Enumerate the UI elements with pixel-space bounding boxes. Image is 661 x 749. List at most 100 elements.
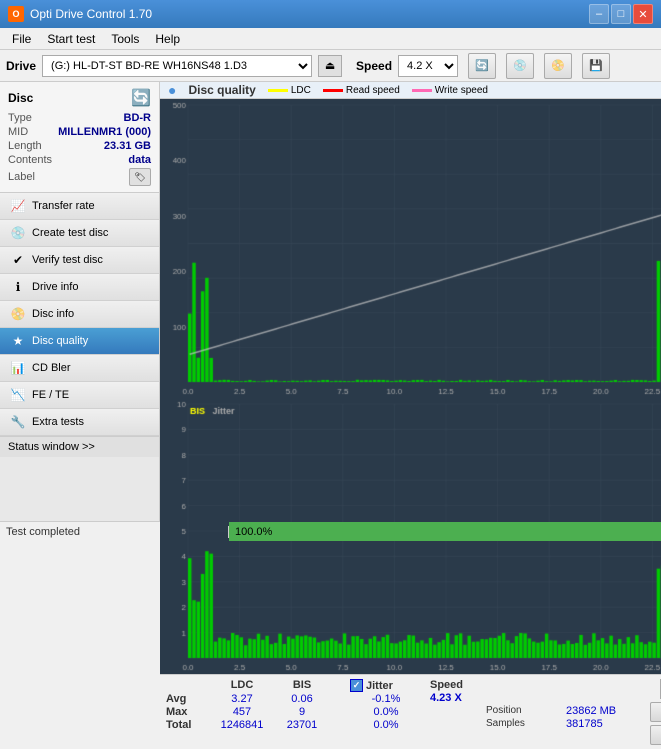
disc-label-icon[interactable]: 🏷 (129, 168, 151, 186)
statusbar: Test completed 100.0% (0, 521, 661, 541)
disc-type-key: Type (8, 112, 32, 124)
charts-container (160, 99, 661, 674)
sidebar-item-verify-test[interactable]: ✔ Verify test disc (0, 247, 159, 274)
sidebar-item-verify-test-label: Verify test disc (32, 254, 103, 266)
fe-te-icon: 📉 (10, 387, 26, 403)
menu-tools[interactable]: Tools (103, 30, 147, 48)
drive-select[interactable]: (G:) HL-DT-ST BD-RE WH16NS48 1.D3 (42, 55, 312, 77)
disc-info-header: Disc 🔄 (8, 88, 151, 108)
chart-title: Disc quality (188, 83, 255, 97)
disc-label: Disc (8, 91, 33, 105)
disc-type-val: BD-R (124, 112, 152, 124)
titlebar-controls[interactable]: – □ ✕ (589, 4, 653, 24)
sidebar-item-transfer-rate[interactable]: 📈 Transfer rate (0, 193, 159, 220)
right-panel: ● Disc quality LDC Read speed Write spee… (160, 82, 661, 521)
avg-bis: 0.06 (274, 693, 330, 705)
legend-read-color (323, 89, 343, 92)
sidebar-item-fe-te[interactable]: 📉 FE / TE (0, 382, 159, 409)
col-jitter-header: ✓ Jitter (350, 679, 422, 692)
jitter-checkbox[interactable]: ✓ (350, 679, 363, 692)
total-label: Total (166, 719, 210, 731)
disc-type-row: Type BD-R (8, 112, 151, 124)
sidebar-item-fe-te-label: FE / TE (32, 389, 69, 401)
legend-write-label: Write speed (435, 85, 488, 96)
sidebar: Disc 🔄 Type BD-R MID MILLENMR1 (000) Len… (0, 82, 160, 521)
sidebar-item-cd-bler-label: CD Bler (32, 362, 71, 374)
disc-contents-key: Contents (8, 154, 52, 166)
sidebar-item-disc-quality-label: Disc quality (32, 335, 88, 347)
sidebar-item-extra-tests[interactable]: 🔧 Extra tests (0, 409, 159, 436)
titlebar-left: O Opti Drive Control 1.70 (8, 6, 152, 22)
max-bis: 9 (274, 706, 330, 718)
start-part-button[interactable]: Start part (650, 725, 661, 745)
col-bis-header: BIS (274, 679, 330, 692)
stats-total-row: Total 1246841 23701 0.0% (166, 719, 422, 731)
maximize-button[interactable]: □ (611, 4, 631, 24)
legend-write-speed: Write speed (412, 85, 488, 96)
sidebar-item-drive-info[interactable]: ℹ Drive info (0, 274, 159, 301)
avg-jitter: -0.1% (350, 693, 422, 705)
menu-help[interactable]: Help (147, 30, 188, 48)
control-buttons: 4.2 X Start full Start part (646, 679, 661, 745)
sidebar-item-disc-info-label: Disc info (32, 308, 74, 320)
main-content: Disc 🔄 Type BD-R MID MILLENMR1 (000) Len… (0, 82, 661, 521)
samples-label: Samples (486, 718, 566, 730)
legend-ldc: LDC (268, 85, 311, 96)
sidebar-item-disc-info[interactable]: 📀 Disc info (0, 301, 159, 328)
sidebar-item-create-test-label: Create test disc (32, 227, 108, 239)
menu-start-test[interactable]: Start test (39, 30, 103, 48)
disc-length-val: 23.31 GB (104, 140, 151, 152)
menu-file[interactable]: File (4, 30, 39, 48)
disc-mid-key: MID (8, 126, 28, 138)
disc-label-row: Label 🏷 (8, 168, 151, 186)
avg-ldc: 3.27 (210, 693, 274, 705)
disc-icon-btn1[interactable]: 💿 (506, 53, 534, 79)
position-val: 23862 MB (566, 705, 646, 717)
start-full-button[interactable]: Start full (650, 702, 661, 722)
stats-table: LDC BIS ✓ Jitter Avg 3.27 0.06 (166, 679, 422, 731)
minimize-button[interactable]: – (589, 4, 609, 24)
speed-avg: 4.23 X (430, 692, 486, 704)
stats-right-header: Speed (430, 679, 646, 691)
sidebar-item-cd-bler[interactable]: 📊 CD Bler (0, 355, 159, 382)
status-text: Test completed (0, 526, 229, 538)
save-button[interactable]: 💾 (582, 53, 610, 79)
chart-header: ● Disc quality LDC Read speed Write spee… (160, 82, 661, 99)
sidebar-item-transfer-rate-label: Transfer rate (32, 200, 95, 212)
sidebar-item-create-test[interactable]: 💿 Create test disc (0, 220, 159, 247)
disc-label-key: Label (8, 171, 35, 183)
eject-button[interactable]: ⏏ (318, 55, 342, 77)
speed-label: Speed (356, 59, 392, 73)
progress-text: 100.0% (229, 526, 272, 538)
titlebar: O Opti Drive Control 1.70 – □ ✕ (0, 0, 661, 28)
samples-val: 381785 (566, 718, 646, 730)
max-jitter: 0.0% (350, 706, 422, 718)
speed-avg-row: 4.23 X (430, 692, 646, 704)
max-ldc: 457 (210, 706, 274, 718)
avg-label: Avg (166, 693, 210, 705)
disc-mid-row: MID MILLENMR1 (000) (8, 126, 151, 138)
create-test-icon: 💿 (10, 225, 26, 241)
refresh-button[interactable]: 🔄 (468, 53, 496, 79)
progress-bar-container: 100.0% (229, 522, 661, 541)
titlebar-title: Opti Drive Control 1.70 (30, 7, 152, 21)
verify-test-icon: ✔ (10, 252, 26, 268)
disc-length-row: Length 23.31 GB (8, 140, 151, 152)
col-speed-header: Speed (430, 679, 486, 691)
col-ldc-header: LDC (210, 679, 274, 692)
progress-bar-fill (229, 522, 661, 541)
legend-read-speed: Read speed (323, 85, 400, 96)
speed-select[interactable]: 4.2 X (398, 55, 458, 77)
speed-max-row: Position 23862 MB (430, 705, 646, 717)
sidebar-item-drive-info-label: Drive info (32, 281, 78, 293)
close-button[interactable]: ✕ (633, 4, 653, 24)
sidebar-item-disc-quality[interactable]: ★ Disc quality (0, 328, 159, 355)
legend-ldc-color (268, 89, 288, 92)
disc-info-panel: Disc 🔄 Type BD-R MID MILLENMR1 (000) Len… (0, 82, 159, 193)
legend-read-label: Read speed (346, 85, 400, 96)
disc-icon-btn2[interactable]: 📀 (544, 53, 572, 79)
top-chart (160, 99, 661, 398)
status-window-button[interactable]: Status window >> (0, 436, 159, 457)
stats-max-row: Max 457 9 0.0% (166, 706, 422, 718)
disc-refresh-icon[interactable]: 🔄 (131, 88, 151, 108)
